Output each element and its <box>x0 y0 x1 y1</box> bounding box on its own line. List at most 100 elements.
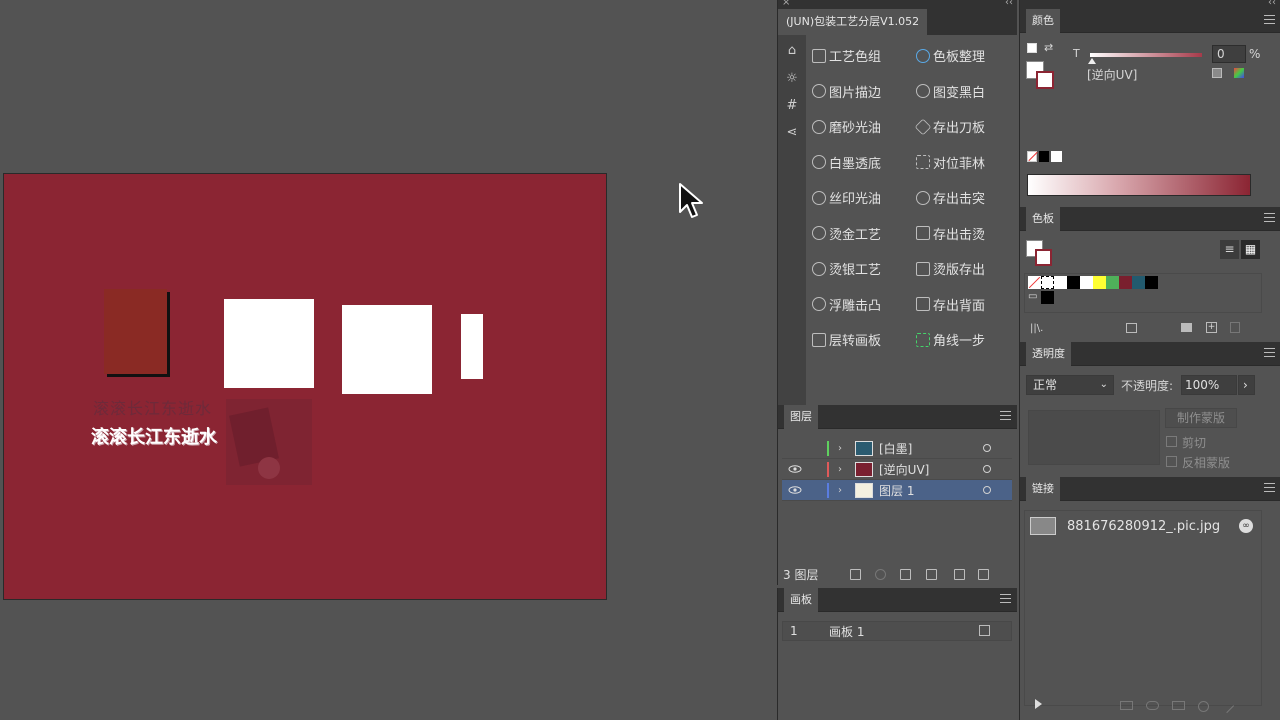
play-icon[interactable] <box>1035 699 1042 709</box>
new-group-folder-icon[interactable] <box>1181 323 1192 332</box>
collapse-chevron-icon[interactable]: ‹‹ <box>1005 0 1013 8</box>
artboard-row[interactable]: 1 画板 1 <box>782 621 1012 641</box>
swatch-registration[interactable] <box>1041 276 1054 289</box>
swatch-black-2[interactable] <box>1041 291 1054 304</box>
artwork-white-rect-1[interactable] <box>224 299 314 388</box>
artwork-text-white[interactable]: 滚滚长江东逝水 <box>91 423 217 449</box>
plugin-button-7[interactable]: 对位菲林 <box>916 153 985 172</box>
plugin-button-4[interactable]: 磨砂光油 <box>812 117 881 136</box>
swatch-white[interactable] <box>1054 276 1067 289</box>
target-circle-icon[interactable] <box>983 465 991 473</box>
color-spectrum-bar[interactable] <box>1027 174 1251 196</box>
swatch-none[interactable] <box>1028 276 1041 289</box>
plugin-button-5[interactable]: 存出刀板 <box>914 117 985 136</box>
delete-swatch-icon[interactable] <box>1230 322 1240 333</box>
tint-slider[interactable] <box>1090 53 1202 57</box>
opacity-input[interactable]: 100% <box>1181 375 1237 395</box>
panel-menu-icon[interactable] <box>1264 213 1275 222</box>
artboard-options-icon[interactable] <box>979 625 990 636</box>
swatch-folder-icon[interactable]: ▭ <box>1028 291 1041 304</box>
plugin-button-2[interactable]: 图片描边 <box>812 82 881 101</box>
layer-row[interactable]: › [逆向UV] <box>782 459 1012 480</box>
swatch-yellow[interactable] <box>1093 276 1106 289</box>
plugin-button-12[interactable]: 烫银工艺 <box>812 259 881 278</box>
grid-view-icon[interactable]: ▦ <box>1241 240 1260 259</box>
swatch-library-icon[interactable]: ||\. <box>1030 323 1043 334</box>
artwork-photo[interactable] <box>226 399 312 485</box>
tab-plugin[interactable]: (JUN)包装工艺分层V1.052 <box>778 9 928 35</box>
white-swatch[interactable] <box>1051 151 1062 162</box>
clip-mask-icon[interactable] <box>900 569 911 580</box>
canvas-workspace[interactable]: 滚滚长江东逝水 滚滚长江东逝水 <box>0 0 777 720</box>
artwork-text-dark[interactable]: 滚滚长江东逝水 <box>93 395 212 419</box>
home-icon[interactable]: ⌂ <box>785 44 799 58</box>
new-swatch-icon[interactable]: + <box>1206 322 1217 333</box>
clip-checkbox[interactable] <box>1166 436 1177 447</box>
tab-swatches[interactable]: 色板 <box>1026 206 1060 231</box>
goto-link-icon[interactable] <box>1172 701 1185 710</box>
make-mask-button[interactable]: 制作蒙版 <box>1165 408 1237 428</box>
list-view-icon[interactable]: ≡ <box>1220 240 1239 259</box>
stroke-swatch[interactable] <box>1035 249 1052 266</box>
opacity-stepper[interactable]: › <box>1238 375 1255 395</box>
plugin-button-13[interactable]: 烫版存出 <box>916 259 985 278</box>
chevron-right-icon[interactable]: › <box>838 443 842 454</box>
panel-menu-icon[interactable] <box>1000 411 1011 420</box>
relink-cc-icon[interactable] <box>1120 701 1133 710</box>
spot-color-icon[interactable] <box>1212 68 1222 78</box>
export-icon[interactable] <box>850 569 861 580</box>
sun-icon[interactable]: ☼ <box>785 72 799 86</box>
plugin-button-15[interactable]: 存出背面 <box>916 295 985 314</box>
layer-row[interactable]: › [白墨] <box>782 438 1012 459</box>
artwork-white-rect-3[interactable] <box>461 314 483 379</box>
swatch-kind-icon[interactable] <box>1126 323 1137 333</box>
tab-artboards[interactable]: 画板 <box>784 587 818 612</box>
color-mode-icon[interactable] <box>1234 68 1244 78</box>
update-link-icon[interactable] <box>1198 701 1209 712</box>
swatch-dark-red[interactable] <box>1119 276 1132 289</box>
link-row[interactable]: 881676280912_.pic.jpg ∞ <box>1025 511 1261 541</box>
plugin-button-10[interactable]: 烫金工艺 <box>812 224 881 243</box>
tab-layers[interactable]: 图层 <box>784 404 818 429</box>
plugin-button-8[interactable]: 丝印光油 <box>812 188 881 207</box>
new-layer-icon[interactable] <box>954 569 965 580</box>
tab-links[interactable]: 链接 <box>1026 476 1060 501</box>
panel-menu-icon[interactable] <box>1264 483 1275 492</box>
trash-icon[interactable] <box>978 569 989 580</box>
swatch-black[interactable] <box>1067 276 1080 289</box>
plugin-button-6[interactable]: 白墨透底 <box>812 153 881 172</box>
swap-colors-icon[interactable]: ⇄ <box>1044 41 1053 54</box>
artwork-dark-square[interactable] <box>104 289 167 374</box>
plugin-button-16[interactable]: 层转画板 <box>812 330 881 349</box>
stroke-swatch[interactable] <box>1036 71 1054 89</box>
layer-row[interactable]: › 图层 1 <box>782 480 1012 501</box>
plugin-button-11[interactable]: 存出击烫 <box>916 224 985 243</box>
tab-color[interactable]: 颜色 <box>1026 8 1060 33</box>
plugin-button-0[interactable]: 工艺色组 <box>812 46 881 65</box>
target-circle-icon[interactable] <box>983 486 991 494</box>
swatch-white-2[interactable] <box>1080 276 1093 289</box>
tint-value-input[interactable]: 0 <box>1212 45 1246 63</box>
artboard[interactable]: 滚滚长江东逝水 滚滚长江东逝水 <box>3 173 607 600</box>
swatch-green[interactable] <box>1106 276 1119 289</box>
panel-menu-icon[interactable] <box>1264 15 1275 24</box>
tab-transparency[interactable]: 透明度 <box>1026 341 1071 366</box>
none-swatch-icon[interactable] <box>1027 151 1038 162</box>
panel-menu-icon[interactable] <box>1000 594 1011 603</box>
panel-menu-icon[interactable] <box>1264 348 1275 357</box>
black-swatch[interactable] <box>1039 151 1049 162</box>
blend-mode-select[interactable]: 正常 ⌄ <box>1026 375 1114 395</box>
hash-icon[interactable]: # <box>785 99 799 113</box>
share-icon[interactable]: ⋖ <box>785 126 799 140</box>
layer-name[interactable]: 图层 1 <box>879 482 914 499</box>
swatch-teal[interactable] <box>1132 276 1145 289</box>
target-circle-icon[interactable] <box>983 444 991 452</box>
visibility-toggle[interactable] <box>788 444 802 452</box>
invert-mask-checkbox[interactable] <box>1166 456 1177 467</box>
plugin-button-1[interactable]: 色板整理 <box>916 46 985 65</box>
slider-handle-icon[interactable] <box>1088 58 1096 64</box>
default-colors-icon[interactable] <box>1027 43 1037 53</box>
plugin-button-14[interactable]: 浮雕击凸 <box>812 295 881 314</box>
swatch-black-spot[interactable] <box>1145 276 1158 289</box>
chevron-right-icon[interactable]: › <box>838 485 842 496</box>
